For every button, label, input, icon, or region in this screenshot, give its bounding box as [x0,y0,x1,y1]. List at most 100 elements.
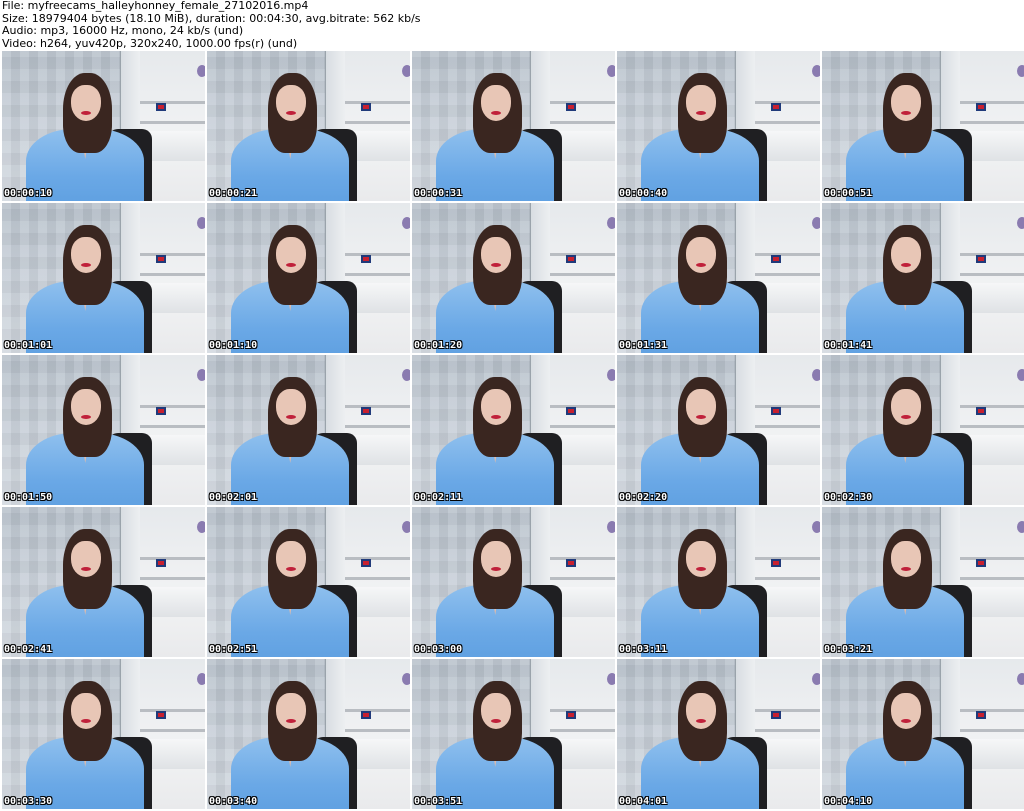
flag-decoration [361,103,372,111]
timestamp-label: 00:02:30 [824,492,873,503]
shelf [755,101,820,104]
thumbnail-frame: 00:02:11 [412,355,615,505]
timestamp-label: 00:02:20 [619,492,668,503]
wall-ornament [606,217,615,229]
shelf [345,253,410,256]
shelf [550,577,615,580]
timestamp-label: 00:00:51 [824,188,873,199]
shelf [345,405,410,408]
wall-ornament [606,521,615,533]
timestamp-label: 00:03:00 [414,644,463,655]
file-name-line: File: myfreecams_halleyhonney_female_271… [2,0,309,12]
shelf [755,577,820,580]
timestamp-label: 00:00:10 [4,188,53,199]
wall-ornament [811,673,820,685]
flag-decoration [771,711,782,719]
flag-decoration [771,407,782,415]
video-info-line: Video: h264, yuv420p, 320x240, 1000.00 f… [2,36,298,50]
flag-decoration [156,407,167,415]
thumbnail-frame: 00:01:10 [207,203,410,353]
wall-ornament [1016,521,1024,533]
flag-decoration [361,711,372,719]
flag-decoration [976,103,987,111]
timestamp-label: 00:03:21 [824,644,873,655]
shelf [140,253,205,256]
wall-ornament [1016,673,1024,685]
thumbnail-frame: 00:01:50 [2,355,205,505]
shelf [755,557,820,560]
timestamp-label: 00:02:01 [209,492,258,503]
thumbnail-frame: 00:00:10 [2,51,205,201]
shelf [345,577,410,580]
thumbnail-frame: 00:03:40 [207,659,410,809]
wall-ornament [401,65,410,77]
flag-decoration [361,255,372,263]
wall-ornament [1016,217,1024,229]
thumbnail-grid: 00:00:10 00:00:21 00:00:31 00:00:40 00:00:51… [0,51,1024,811]
shelf [755,405,820,408]
thumbnail-frame: 00:00:21 [207,51,410,201]
wall-ornament [196,521,205,533]
audio-info-line: Audio: mp3, 16000 Hz, mono, 24 kb/s (und… [2,24,244,37]
timestamp-label: 00:00:40 [619,188,668,199]
wall-ornament [811,369,820,381]
shelf [140,405,205,408]
shelf [960,729,1024,732]
thumbnail-frame: 00:02:51 [207,507,410,657]
wall-ornament [811,65,820,77]
thumbnail-frame: 00:01:41 [822,203,1024,353]
thumbnail-frame: 00:04:01 [617,659,820,809]
shelf [960,425,1024,428]
thumbnail-frame: 00:02:01 [207,355,410,505]
shelf [550,425,615,428]
thumbnail-frame: 00:00:40 [617,51,820,201]
thumbnail-frame: 00:02:30 [822,355,1024,505]
timestamp-label: 00:02:41 [4,644,53,655]
shelf [345,273,410,276]
flag-decoration [566,103,577,111]
timestamp-label: 00:01:41 [824,340,873,351]
shelf [345,729,410,732]
thumbnail-frame: 00:03:00 [412,507,615,657]
shelf [960,253,1024,256]
timestamp-label: 00:01:50 [4,492,53,503]
timestamp-label: 00:01:20 [414,340,463,351]
thumbnail-frame: 00:00:31 [412,51,615,201]
thumbnail-frame: 00:02:20 [617,355,820,505]
wall-ornament [196,65,205,77]
shelf [550,729,615,732]
shelf [960,273,1024,276]
shelf [140,273,205,276]
file-info-header: File: myfreecams_halleyhonney_female_271… [2,0,421,50]
shelf [140,121,205,124]
flag-decoration [976,255,987,263]
shelf [550,101,615,104]
wall-ornament [811,521,820,533]
timestamp-label: 00:03:51 [414,796,463,807]
shelf [550,253,615,256]
shelf [345,557,410,560]
shelf [140,577,205,580]
flag-decoration [976,559,987,567]
shelf [140,557,205,560]
shelf [755,273,820,276]
timestamp-label: 00:04:10 [824,796,873,807]
timestamp-label: 00:02:11 [414,492,463,503]
timestamp-label: 00:04:01 [619,796,668,807]
wall-ornament [1016,65,1024,77]
flag-decoration [156,255,167,263]
wall-ornament [196,369,205,381]
shelf [755,709,820,712]
shelf [755,253,820,256]
wall-ornament [401,521,410,533]
shelf [345,709,410,712]
timestamp-label: 00:01:01 [4,340,53,351]
timestamp-label: 00:03:30 [4,796,53,807]
shelf [960,709,1024,712]
flag-decoration [771,255,782,263]
thumbnail-frame: 00:00:51 [822,51,1024,201]
wall-ornament [401,673,410,685]
thumbnail-frame: 00:01:01 [2,203,205,353]
flag-decoration [771,559,782,567]
shelf [140,425,205,428]
